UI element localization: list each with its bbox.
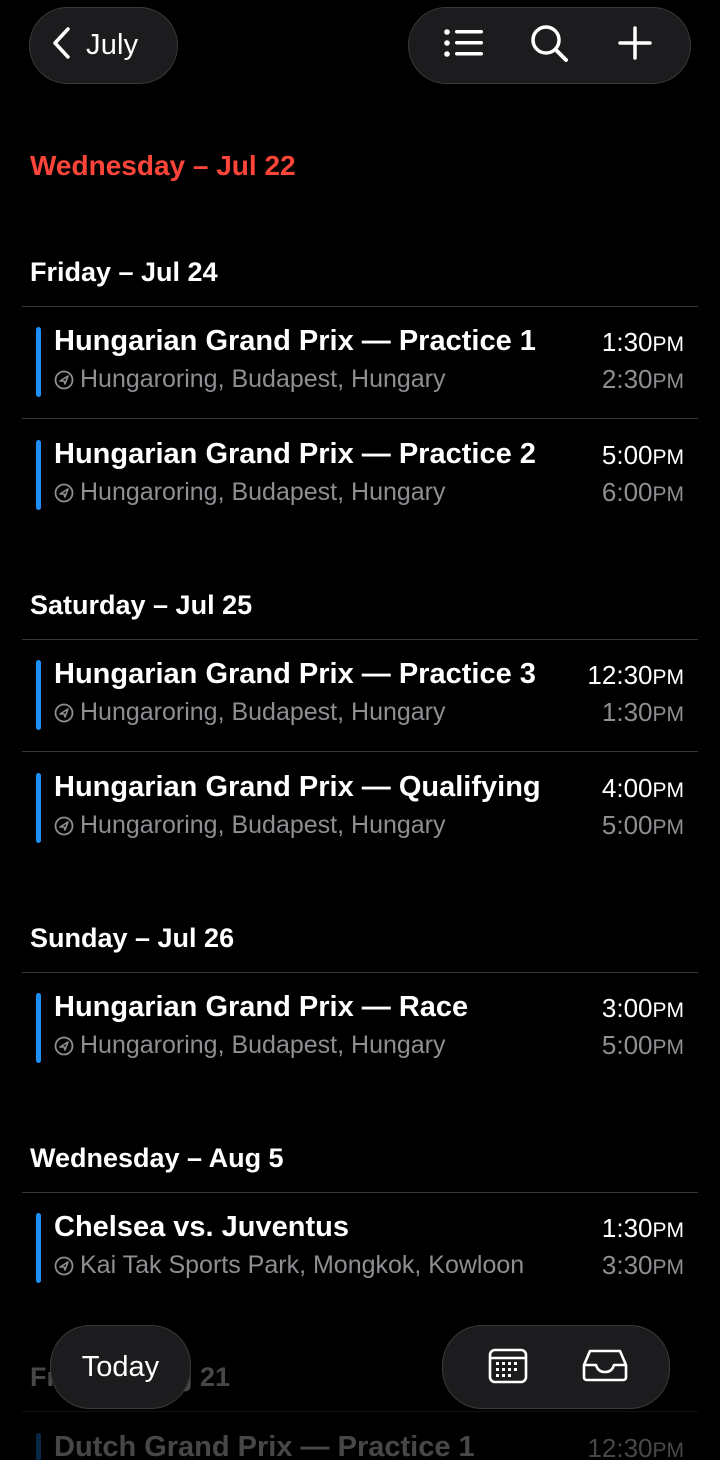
event-start-time: 12:30PM	[587, 1433, 684, 1460]
event-location-text: Hungaroring, Budapest, Hungary	[80, 365, 446, 393]
location-pin-icon	[54, 703, 74, 722]
event-start-time: 1:30PM	[601, 1213, 684, 1243]
event-location: Kai Tak Sports Park, Mongkok, Kowloon	[54, 1251, 524, 1280]
day-header: Friday – Jul 24	[30, 257, 218, 287]
list-view-button[interactable]	[439, 21, 489, 71]
calendar-color-bar	[36, 1433, 41, 1460]
location-pin-icon	[54, 1256, 74, 1275]
event-row[interactable]: Hungarian Grand Prix — Practice 2 Hungar…	[22, 420, 698, 512]
event-location: Hungaroring, Budapest, Hungary	[54, 478, 446, 507]
inbox-button[interactable]	[580, 1342, 630, 1392]
divider	[22, 751, 698, 752]
calendar-color-bar	[36, 993, 41, 1063]
chevron-left-icon	[50, 26, 72, 65]
calendar-grid-icon	[488, 1346, 528, 1389]
day-header-today: Wednesday – Jul 22	[30, 150, 296, 181]
divider	[22, 418, 698, 419]
event-end-time: 3:30PM	[601, 1250, 684, 1280]
back-button-label: July	[86, 29, 139, 61]
today-button[interactable]: Today	[50, 1325, 191, 1409]
event-location-text: Hungaroring, Budapest, Hungary	[80, 698, 446, 726]
event-title: Hungarian Grand Prix — Practice 1	[54, 325, 536, 357]
day-header: Wednesday – Aug 5	[30, 1143, 284, 1173]
event-end-time: 6:00PM	[601, 477, 684, 507]
event-location: Hungaroring, Budapest, Hungary	[54, 811, 446, 840]
calendar-color-bar	[36, 1213, 41, 1283]
divider	[22, 1411, 698, 1412]
event-location-text: Hungaroring, Budapest, Hungary	[80, 811, 446, 839]
calendar-view-button[interactable]	[483, 1342, 533, 1392]
event-row[interactable]: Hungarian Grand Prix — Race Hungaroring,…	[22, 973, 698, 1065]
location-pin-icon	[54, 816, 74, 835]
event-start-time: 3:00PM	[601, 993, 684, 1023]
calendar-color-bar	[36, 327, 41, 397]
event-location: Hungaroring, Budapest, Hungary	[54, 1031, 446, 1060]
event-row[interactable]: Hungarian Grand Prix — Practice 3 Hungar…	[22, 640, 698, 732]
event-start-time: 12:30PM	[587, 660, 684, 690]
event-row[interactable]: Dutch Grand Prix — Practice 1 12:30PM	[22, 1413, 698, 1460]
event-location: Hungaroring, Budapest, Hungary	[54, 365, 446, 394]
event-title: Hungarian Grand Prix — Qualifying	[54, 771, 541, 803]
add-event-button[interactable]	[610, 21, 660, 71]
event-end-time: 2:30PM	[601, 364, 684, 394]
search-icon	[529, 23, 569, 68]
today-button-label: Today	[81, 1350, 160, 1383]
calendar-color-bar	[36, 440, 41, 510]
event-title: Hungarian Grand Prix — Practice 3	[54, 658, 536, 690]
inbox-icon	[582, 1348, 628, 1387]
calendar-color-bar	[36, 773, 41, 843]
top-actions	[408, 7, 691, 84]
event-title: Hungarian Grand Prix — Race	[54, 991, 469, 1023]
location-pin-icon	[54, 370, 74, 389]
location-pin-icon	[54, 483, 74, 502]
event-end-time: 5:00PM	[601, 810, 684, 840]
event-row[interactable]: Chelsea vs. Juventus Kai Tak Sports Park…	[22, 1193, 698, 1285]
location-pin-icon	[54, 1036, 74, 1055]
event-start-time: 4:00PM	[601, 773, 684, 803]
list-icon	[443, 27, 485, 64]
event-title: Chelsea vs. Juventus	[54, 1211, 349, 1243]
event-location-text: Hungaroring, Budapest, Hungary	[80, 478, 446, 506]
event-end-time: 1:30PM	[601, 697, 684, 727]
event-title: Hungarian Grand Prix — Practice 2	[54, 438, 536, 470]
day-header: Saturday – Jul 25	[30, 590, 253, 620]
back-button[interactable]: July	[29, 7, 178, 84]
event-row[interactable]: Hungarian Grand Prix — Qualifying Hungar…	[22, 753, 698, 845]
calendar-color-bar	[36, 660, 41, 730]
event-location-text: Kai Tak Sports Park, Mongkok, Kowloon	[80, 1251, 525, 1279]
event-location: Hungaroring, Budapest, Hungary	[54, 698, 446, 727]
bottom-actions	[442, 1325, 670, 1409]
search-button[interactable]	[524, 21, 574, 71]
day-header: Sunday – Jul 26	[30, 923, 235, 953]
plus-icon	[618, 26, 652, 65]
event-location-text: Hungaroring, Budapest, Hungary	[80, 1031, 446, 1059]
event-start-time: 1:30PM	[601, 327, 684, 357]
event-title: Dutch Grand Prix — Practice 1	[54, 1431, 475, 1460]
event-start-time: 5:00PM	[601, 440, 684, 470]
event-end-time: 5:00PM	[601, 1030, 684, 1060]
event-row[interactable]: Hungarian Grand Prix — Practice 1 Hungar…	[22, 307, 698, 399]
